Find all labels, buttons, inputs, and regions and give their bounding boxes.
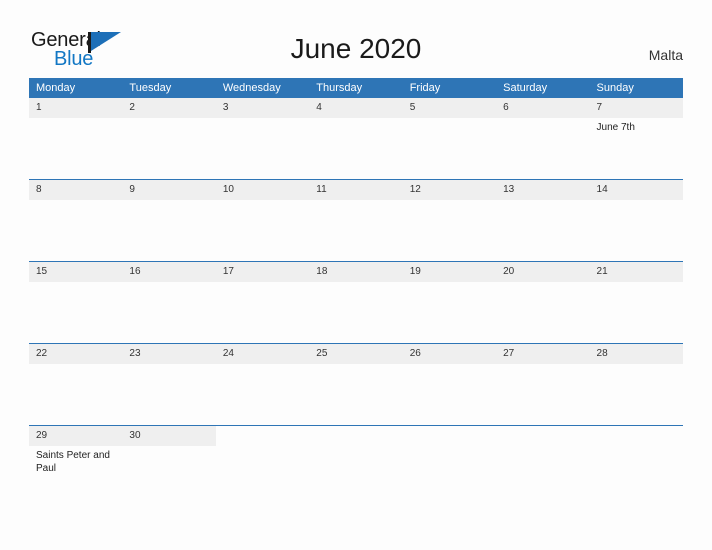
day-number xyxy=(309,426,402,446)
day-cell[interactable]: 25 xyxy=(309,343,403,426)
day-cell[interactable]: 27 xyxy=(496,343,590,426)
calendar-week-row: 29 Saints Peter and Paul 30 xyxy=(29,425,683,507)
day-cell[interactable]: 1 xyxy=(29,98,123,180)
day-number: 26 xyxy=(402,344,497,364)
day-cell[interactable]: 19 xyxy=(402,261,497,344)
day-cell[interactable]: 26 xyxy=(402,343,497,426)
day-cell-empty xyxy=(215,425,310,507)
day-number: 17 xyxy=(215,262,310,282)
day-number: 22 xyxy=(29,344,123,364)
day-number xyxy=(216,426,309,446)
day-number: 25 xyxy=(309,344,403,364)
day-number: 27 xyxy=(496,344,590,364)
day-cell[interactable]: 14 xyxy=(589,179,683,262)
day-cell[interactable]: 4 xyxy=(309,98,403,180)
weekday-header-wednesday: Wednesday xyxy=(215,78,310,98)
day-cell[interactable]: 12 xyxy=(402,179,497,262)
weekday-header-monday: Monday xyxy=(29,78,123,98)
day-cell[interactable]: 17 xyxy=(215,261,310,344)
day-number: 2 xyxy=(122,98,216,118)
day-cell[interactable]: 11 xyxy=(309,179,403,262)
day-number: 7 xyxy=(589,98,683,118)
day-cell[interactable]: 5 xyxy=(402,98,497,180)
day-cell[interactable]: 22 xyxy=(29,343,123,426)
day-number: 6 xyxy=(496,98,590,118)
page-header: General Blue June 2020 Malta xyxy=(0,0,712,74)
day-number: 12 xyxy=(402,180,497,200)
day-cell[interactable]: 7 June 7th xyxy=(589,98,683,180)
day-number: 28 xyxy=(589,344,683,364)
holiday-label: Saints Peter and Paul xyxy=(36,450,110,474)
day-cell-empty xyxy=(589,425,683,507)
calendar-week-row: 1 2 3 4 5 6 7 June 7th xyxy=(29,98,683,180)
calendar-table: Monday Tuesday Wednesday Thursday Friday… xyxy=(29,78,683,507)
weekday-header-thursday: Thursday xyxy=(309,78,403,98)
day-number: 14 xyxy=(589,180,683,200)
calendar-week-row: 15 16 17 18 19 20 21 xyxy=(29,261,683,344)
day-number xyxy=(496,426,589,446)
day-number xyxy=(590,426,683,446)
weekday-header-sunday: Sunday xyxy=(589,78,683,98)
day-number xyxy=(403,426,496,446)
day-cell[interactable]: 13 xyxy=(496,179,590,262)
calendar-body: 1 2 3 4 5 6 7 June 7th 8 9 10 11 12 13 14… xyxy=(29,98,683,507)
day-number: 13 xyxy=(496,180,590,200)
day-cell[interactable]: 2 xyxy=(122,98,216,180)
calendar-week-row: 8 9 10 11 12 13 14 xyxy=(29,179,683,262)
day-number: 15 xyxy=(29,262,123,282)
weekday-header-saturday: Saturday xyxy=(496,78,590,98)
day-cell[interactable]: 10 xyxy=(215,179,310,262)
day-cell[interactable]: 9 xyxy=(122,179,216,262)
day-cell[interactable]: 18 xyxy=(309,261,403,344)
day-cell[interactable]: 30 xyxy=(122,425,216,507)
day-cell-empty xyxy=(402,425,497,507)
day-cell[interactable]: 20 xyxy=(496,261,590,344)
day-cell-empty xyxy=(496,425,590,507)
day-cell[interactable]: 6 xyxy=(496,98,590,180)
day-cell[interactable]: 8 xyxy=(29,179,123,262)
day-number: 3 xyxy=(215,98,310,118)
page-title: June 2020 xyxy=(290,33,422,64)
weekday-header-friday: Friday xyxy=(402,78,497,98)
day-number: 8 xyxy=(29,180,123,200)
calendar-header-row: Monday Tuesday Wednesday Thursday Friday… xyxy=(29,78,683,98)
day-cell[interactable]: 21 xyxy=(589,261,683,344)
calendar-week-row: 22 23 24 25 26 27 28 xyxy=(29,343,683,426)
country-label: Malta xyxy=(648,47,683,63)
day-cell[interactable]: 24 xyxy=(215,343,310,426)
day-number: 23 xyxy=(122,344,216,364)
day-cell[interactable]: 16 xyxy=(122,261,216,344)
day-number: 29 xyxy=(29,426,123,446)
day-number: 16 xyxy=(122,262,216,282)
holiday-label: June 7th xyxy=(596,122,635,133)
day-number: 10 xyxy=(215,180,310,200)
day-number: 20 xyxy=(496,262,590,282)
day-cell[interactable]: 29 Saints Peter and Paul xyxy=(29,425,123,507)
day-number: 1 xyxy=(29,98,123,118)
day-cell[interactable]: 23 xyxy=(122,343,216,426)
day-cell[interactable]: 3 xyxy=(215,98,310,180)
day-cell[interactable]: 28 xyxy=(589,343,683,426)
day-number: 24 xyxy=(215,344,310,364)
day-cell-empty xyxy=(309,425,403,507)
day-number: 11 xyxy=(309,180,403,200)
day-number: 30 xyxy=(122,426,216,446)
day-number: 5 xyxy=(402,98,497,118)
day-cell[interactable]: 15 xyxy=(29,261,123,344)
weekday-header-tuesday: Tuesday xyxy=(122,78,216,98)
day-number: 9 xyxy=(122,180,216,200)
day-number: 18 xyxy=(309,262,403,282)
day-number: 19 xyxy=(402,262,497,282)
day-number: 21 xyxy=(589,262,683,282)
day-number: 4 xyxy=(309,98,403,118)
